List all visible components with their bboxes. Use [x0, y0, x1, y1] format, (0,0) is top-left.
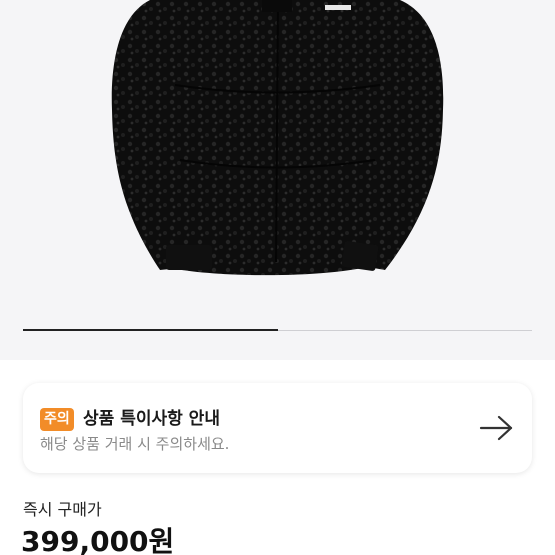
- carousel-progress-fill: [23, 329, 278, 331]
- carousel-progress-track: [23, 329, 532, 331]
- notice-description: 해당 상품 거래 시 주의하세요.: [40, 435, 230, 453]
- instant-buy-price-label: 즉시 구매가: [23, 500, 102, 519]
- product-image: [111, 0, 444, 276]
- product-image-area[interactable]: [0, 0, 555, 360]
- notice-title: 상품 특이사항 안내: [83, 409, 220, 429]
- instant-buy-price: 399,000원: [21, 525, 175, 555]
- product-notice-card[interactable]: 주의 상품 특이사항 안내 해당 상품 거래 시 주의하세요.: [23, 383, 532, 473]
- caution-badge: 주의: [40, 408, 74, 431]
- arrow-right-icon[interactable]: [479, 414, 515, 442]
